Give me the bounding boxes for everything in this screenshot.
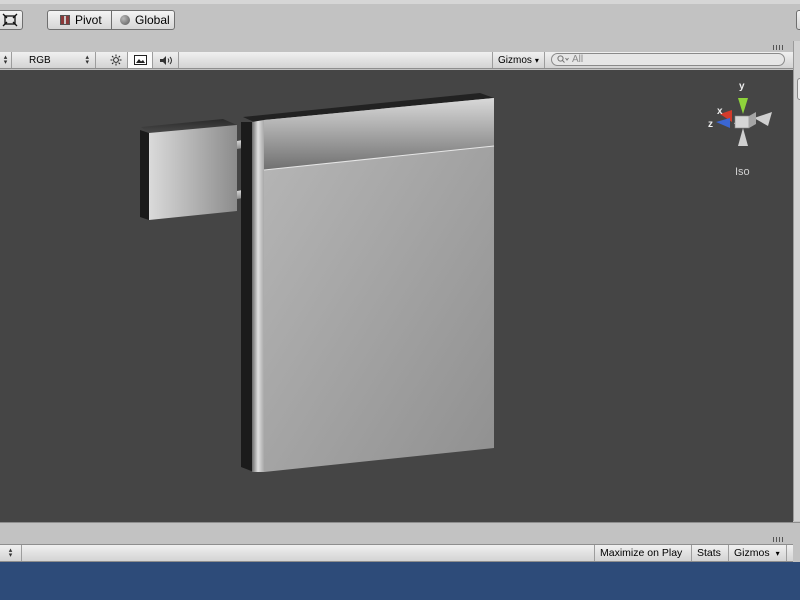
pivot-label: Pivot (75, 13, 102, 27)
global-label: Global (135, 13, 170, 27)
maximize-on-play-label: Maximize on Play (600, 547, 683, 559)
aspect-dropdown[interactable]: ▴ ▾ (0, 545, 22, 561)
global-toggle-button[interactable]: Global (111, 10, 175, 30)
axis-x-label: x (717, 106, 723, 117)
dropdown-arrow-icon: ▾ (775, 548, 780, 558)
game-view-toolbar: ▴ ▾ Maximize on Play Stats Gizmos ▾ (0, 544, 793, 562)
scene-lighting-toggle[interactable] (104, 52, 128, 68)
maximize-tool-button[interactable] (0, 10, 23, 30)
scene-view-toolbar: ▴ ▾ RGB ▴ ▾ Gizmos ▾ All (0, 52, 793, 69)
draw-mode-dropdown[interactable]: ▴ ▾ (0, 52, 12, 68)
gizmo-axes-icon (716, 98, 772, 146)
render-mode-dropdown[interactable]: RGB ▴ ▾ (22, 52, 96, 68)
panel-menu-grip-icon[interactable] (773, 45, 785, 50)
layers-dropdown-edge[interactable] (796, 10, 800, 30)
large-panel-object[interactable] (241, 93, 495, 472)
panel-menu-grip-icon[interactable] (773, 537, 785, 542)
scene-search-input[interactable]: All (551, 53, 785, 66)
dropdown-arrows-icon: ▴ ▾ (85, 54, 89, 66)
scene-audio-toggle[interactable] (153, 52, 179, 68)
game-gizmos-label: Gizmos (734, 547, 770, 559)
maximize-icon (2, 13, 17, 27)
pivot-icon (60, 15, 70, 25)
gizmos-dropdown[interactable]: Gizmos ▾ (492, 52, 545, 68)
lighting-icon (110, 54, 121, 66)
pivot-toggle-button[interactable]: Pivot (47, 10, 112, 30)
scene-viewport[interactable]: y x z Iso (0, 70, 793, 522)
globe-icon (120, 15, 130, 25)
orientation-gizmo[interactable]: y x z (702, 80, 778, 150)
projection-label[interactable]: Iso (735, 166, 750, 178)
maximize-on-play-toggle[interactable]: Maximize on Play (594, 545, 692, 561)
scene-image-toggle[interactable] (128, 52, 153, 68)
render-mode-value: RGB (29, 54, 51, 66)
panel-divider[interactable] (0, 522, 800, 542)
audio-icon (159, 55, 172, 65)
dropdown-arrows-icon: ▴ ▾ (8, 547, 13, 559)
gizmos-label: Gizmos (498, 54, 532, 66)
axis-z-label: z (708, 119, 713, 130)
game-gizmos-dropdown[interactable]: Gizmos ▾ (729, 545, 787, 561)
main-toolbar: Pivot Global (0, 4, 800, 42)
game-view[interactable] (0, 562, 800, 600)
scene-render (140, 93, 495, 472)
search-placeholder: All (572, 54, 584, 65)
search-icon (557, 55, 569, 63)
stats-toggle[interactable]: Stats (692, 545, 729, 561)
stats-label: Stats (697, 547, 721, 559)
small-cube-object[interactable] (140, 119, 237, 220)
dropdown-arrows-icon: ▴ ▾ (3, 54, 8, 66)
right-scrollbar[interactable] (793, 41, 800, 521)
scene-tab-strip (0, 41, 800, 52)
axis-y-label: y (739, 81, 745, 92)
scene-image-icon (133, 55, 147, 65)
dropdown-arrow-icon: ▾ (534, 55, 539, 65)
